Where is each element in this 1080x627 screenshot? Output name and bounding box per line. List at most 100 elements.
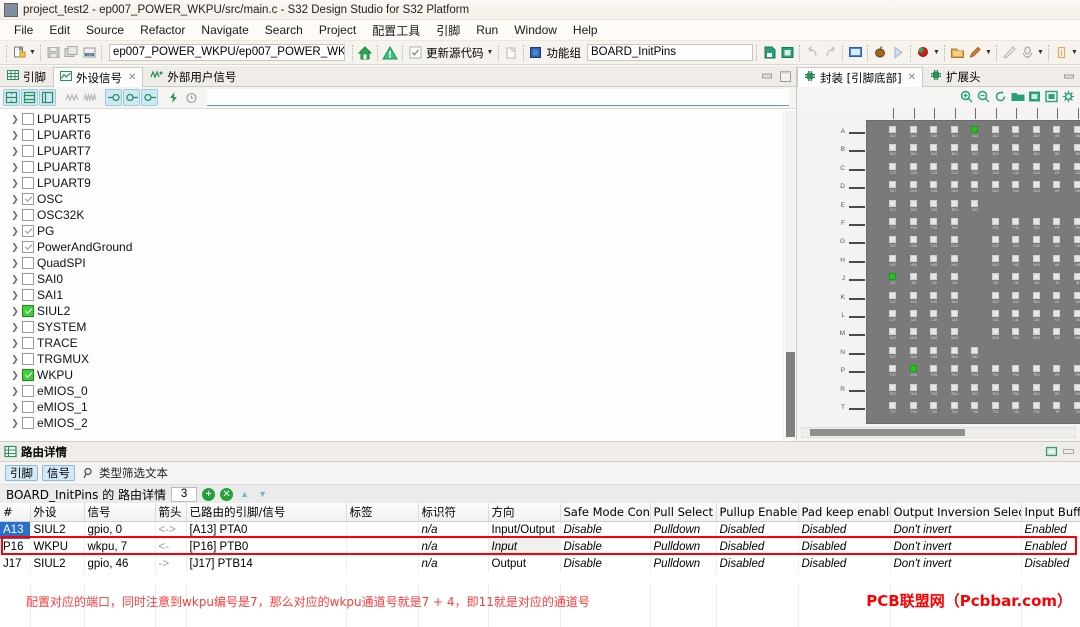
profile-icon[interactable] xyxy=(914,44,932,62)
package-ball-D11[interactable] xyxy=(1012,181,1019,189)
package-diagram[interactable]: AA17A16A15A14A13A12A11A10A9A8A7BB17B16B1… xyxy=(797,106,1080,427)
arrow-cell[interactable]: <- xyxy=(155,538,187,556)
collapse-all-icon[interactable] xyxy=(3,89,20,106)
package-ball-F8[interactable] xyxy=(1073,218,1080,225)
package-ball-C17[interactable] xyxy=(889,162,896,170)
col-index[interactable]: # xyxy=(0,503,31,522)
package-ball-P13[interactable] xyxy=(971,365,978,373)
package-ball-A11[interactable] xyxy=(1012,126,1019,133)
package-ball-D16[interactable] xyxy=(909,181,917,189)
menu-window[interactable]: Window xyxy=(506,21,565,39)
direction-cell[interactable]: Output xyxy=(488,555,561,573)
open-folder-icon[interactable] xyxy=(1010,89,1025,104)
package-ball-A13[interactable] xyxy=(971,126,978,133)
package-ball-A8[interactable] xyxy=(1073,126,1080,133)
package-ball-D8[interactable] xyxy=(1073,181,1080,189)
package-ball-L12[interactable] xyxy=(991,310,999,317)
pin-cell[interactable]: A13 xyxy=(0,521,31,539)
package-ball-A12[interactable] xyxy=(991,126,999,133)
tree-item-lpuart5[interactable]: ❯ LPUART5 xyxy=(0,111,783,127)
package-ball-P15[interactable] xyxy=(930,365,937,373)
checkbox-trace[interactable] xyxy=(22,337,34,349)
tree-item-powerandground[interactable]: ❯ PowerAndGround xyxy=(0,239,783,255)
package-ball-K17[interactable] xyxy=(889,291,896,299)
remove-icon[interactable]: ✕ xyxy=(220,487,234,501)
package-ball-M10[interactable] xyxy=(1032,328,1040,336)
tab-external-user-signals[interactable]: 外部用户信号 xyxy=(143,66,243,86)
package-ball-P14[interactable] xyxy=(950,365,958,373)
tree-item-trgmux[interactable]: ❯ TRGMUX xyxy=(0,351,783,367)
menu-source[interactable]: Source xyxy=(78,21,132,39)
tree-item-siul2[interactable]: ❯ SIUL2 xyxy=(0,303,783,319)
pullup-enable-cell[interactable]: Disabled xyxy=(716,538,799,556)
tree-item-sai1[interactable]: ❯ SAI1 xyxy=(0,287,783,303)
package-ball-R8[interactable] xyxy=(1073,383,1080,391)
col-label[interactable]: 标签 xyxy=(346,503,419,522)
package-ball-P12[interactable] xyxy=(991,365,999,373)
pad-keep-cell[interactable]: Disabled xyxy=(798,538,891,556)
package-ball-R15[interactable] xyxy=(930,383,937,391)
direction-cell[interactable]: Input/Output xyxy=(488,521,561,539)
arrow-cell[interactable]: <-> xyxy=(155,521,187,539)
package-ball-E14[interactable] xyxy=(950,199,958,207)
package-ball-T16[interactable] xyxy=(909,402,917,409)
package-ball-M8[interactable] xyxy=(1073,328,1080,336)
tab-pins[interactable]: 引脚 xyxy=(0,66,53,86)
tree-item-lpuart7[interactable]: ❯ LPUART7 xyxy=(0,143,783,159)
package-ball-H10[interactable] xyxy=(1032,254,1040,262)
rotate-icon[interactable] xyxy=(993,89,1008,104)
console-icon[interactable] xyxy=(846,44,864,62)
checkbox-emios_2[interactable] xyxy=(22,417,34,429)
col-pull-select[interactable]: Pull Select xyxy=(650,503,717,522)
chevron-right-icon[interactable]: ❯ xyxy=(8,354,22,365)
package-ball-J17[interactable] xyxy=(889,273,896,281)
package-ball-J10[interactable] xyxy=(1032,273,1040,281)
warning-icon[interactable] xyxy=(381,44,399,62)
scroll-thumb[interactable] xyxy=(786,352,795,437)
pad-keep-cell[interactable]: Disabled xyxy=(798,521,891,539)
package-ball-A17[interactable] xyxy=(889,126,896,133)
output-inversion-cell[interactable]: Don't invert xyxy=(890,521,1022,539)
chevron-right-icon[interactable]: ❯ xyxy=(8,114,22,125)
menu-refactor[interactable]: Refactor xyxy=(132,21,193,39)
menu-search[interactable]: Search xyxy=(257,21,311,39)
tree-item-wkpu[interactable]: ❯ WKPU xyxy=(0,367,783,383)
package-ball-F9[interactable] xyxy=(1053,218,1060,225)
package-ball-H15[interactable] xyxy=(930,254,937,262)
identifier-cell[interactable]: n/a xyxy=(418,521,489,539)
update-source-dropdown-arrow[interactable]: ▼ xyxy=(486,45,495,61)
package-ball-D9[interactable] xyxy=(1053,181,1060,189)
run-icon[interactable] xyxy=(889,44,907,62)
package-ball-H12[interactable] xyxy=(991,254,999,262)
checkbox-sai1[interactable] xyxy=(22,289,34,301)
home-icon[interactable] xyxy=(356,44,374,62)
chevron-right-icon[interactable]: ❯ xyxy=(8,290,22,301)
package-ball-C9[interactable] xyxy=(1053,162,1060,170)
package-ball-N15[interactable] xyxy=(930,346,937,354)
package-ball-H16[interactable] xyxy=(909,254,917,262)
package-ball-K14[interactable] xyxy=(950,291,958,299)
checkbox-lpuart9[interactable] xyxy=(22,177,34,189)
tree-item-lpuart9[interactable]: ❯ LPUART9 xyxy=(0,175,783,191)
table-row[interactable]: P16 WKPU wkpu, 7 <- [P16] PTB0 n/a Input Disabl… xyxy=(0,538,1080,556)
scroll-thumb[interactable] xyxy=(810,429,965,436)
package-ball-R9[interactable] xyxy=(1053,383,1060,391)
package-ball-T8[interactable] xyxy=(1073,402,1080,409)
package-ball-B11[interactable] xyxy=(1012,144,1019,152)
package-ball-F15[interactable] xyxy=(930,218,937,225)
pullup-enable-cell[interactable]: Disabled xyxy=(716,555,799,573)
tree-item-quadspi[interactable]: ❯ QuadSPI xyxy=(0,255,783,271)
package-ball-C14[interactable] xyxy=(950,162,958,170)
package-ball-M9[interactable] xyxy=(1053,328,1060,336)
col-safe-mode-control[interactable]: Safe Mode Control xyxy=(560,503,651,522)
safe-mode-cell[interactable]: Disable xyxy=(560,521,651,539)
package-ball-D14[interactable] xyxy=(950,181,958,189)
tab-package[interactable]: 封装 [引脚底部] ✕ xyxy=(797,67,924,87)
package-ball-L17[interactable] xyxy=(889,310,896,317)
checkbox-emios_1[interactable] xyxy=(22,401,34,413)
redo-icon[interactable] xyxy=(821,44,839,62)
clock-icon[interactable] xyxy=(183,89,200,106)
pull-select-cell[interactable]: Pulldown xyxy=(650,521,717,539)
package-ball-E17[interactable] xyxy=(889,199,896,207)
menu-edit[interactable]: Edit xyxy=(41,21,78,39)
